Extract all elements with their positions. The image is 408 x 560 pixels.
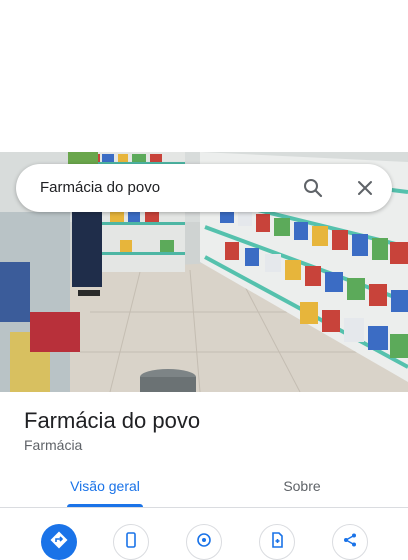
location-button[interactable] xyxy=(186,524,222,560)
save-icon xyxy=(269,531,285,553)
search-icon[interactable] xyxy=(301,176,325,200)
phone-icon xyxy=(123,531,139,553)
tabs-divider xyxy=(0,507,408,508)
search-bar[interactable]: Farmácia do povo xyxy=(16,164,392,212)
share-button[interactable] xyxy=(332,524,368,560)
tab-about[interactable]: Sobre xyxy=(252,476,352,508)
call-button[interactable] xyxy=(113,524,149,560)
place-category: Farmácia xyxy=(24,437,83,453)
directions-button[interactable] xyxy=(41,524,77,560)
place-title: Farmácia do povo xyxy=(24,408,201,433)
location-icon xyxy=(195,531,213,554)
search-input[interactable]: Farmácia do povo xyxy=(40,164,160,212)
close-icon[interactable] xyxy=(353,176,377,200)
save-button[interactable] xyxy=(259,524,295,560)
share-icon xyxy=(342,532,358,553)
directions-icon xyxy=(50,531,68,554)
